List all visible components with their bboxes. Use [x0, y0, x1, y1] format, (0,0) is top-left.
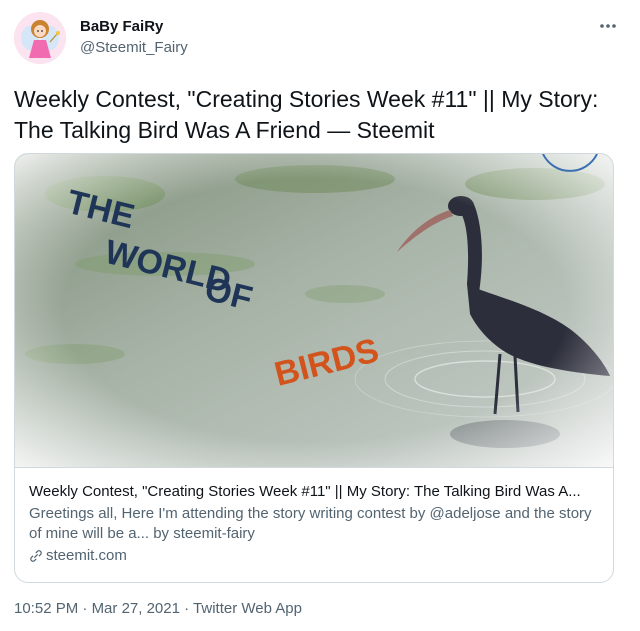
tweet-header: BaBy FaiRy @Steemit_Fairy: [14, 12, 626, 68]
link-card[interactable]: THE WORLD OF BIRDS Weekly Contest, "Crea…: [14, 153, 614, 583]
author-name[interactable]: BaBy FaiRy: [80, 18, 163, 35]
author-handle[interactable]: @Steemit_Fairy: [80, 39, 188, 56]
tweet-source[interactable]: Twitter Web App: [193, 600, 302, 617]
separator: ·: [184, 600, 194, 617]
tweet-date[interactable]: Mar 27, 2021: [92, 600, 180, 617]
card-image[interactable]: THE WORLD OF BIRDS: [15, 154, 613, 467]
tweet-text: Weekly Contest, "Creating Stories Week #…: [14, 86, 599, 143]
bird-photo: THE WORLD OF BIRDS: [15, 154, 613, 467]
card-title: Weekly Contest, "Creating Stories Week #…: [29, 483, 581, 500]
card-domain-text: steemit.com: [46, 547, 127, 564]
card-description: Greetings all, Here I'm attending the st…: [29, 505, 592, 542]
avatar[interactable]: [14, 12, 66, 64]
card-body[interactable]: Weekly Contest, "Creating Stories Week #…: [15, 467, 613, 582]
fairy-avatar-icon: [14, 12, 66, 64]
link-icon: [30, 550, 42, 562]
more-options-button[interactable]: [594, 16, 622, 36]
separator: ·: [82, 600, 92, 617]
tweet-time[interactable]: 10:52 PM: [14, 600, 78, 617]
tweet: BaBy FaiRy @Steemit_Fairy Weekly Contest…: [0, 0, 640, 631]
tweet-meta: 10:52 PM · Mar 27, 2021 · Twitter Web Ap…: [14, 600, 302, 617]
card-domain: steemit.com: [29, 546, 601, 566]
more-horizontal-icon: [600, 24, 616, 28]
